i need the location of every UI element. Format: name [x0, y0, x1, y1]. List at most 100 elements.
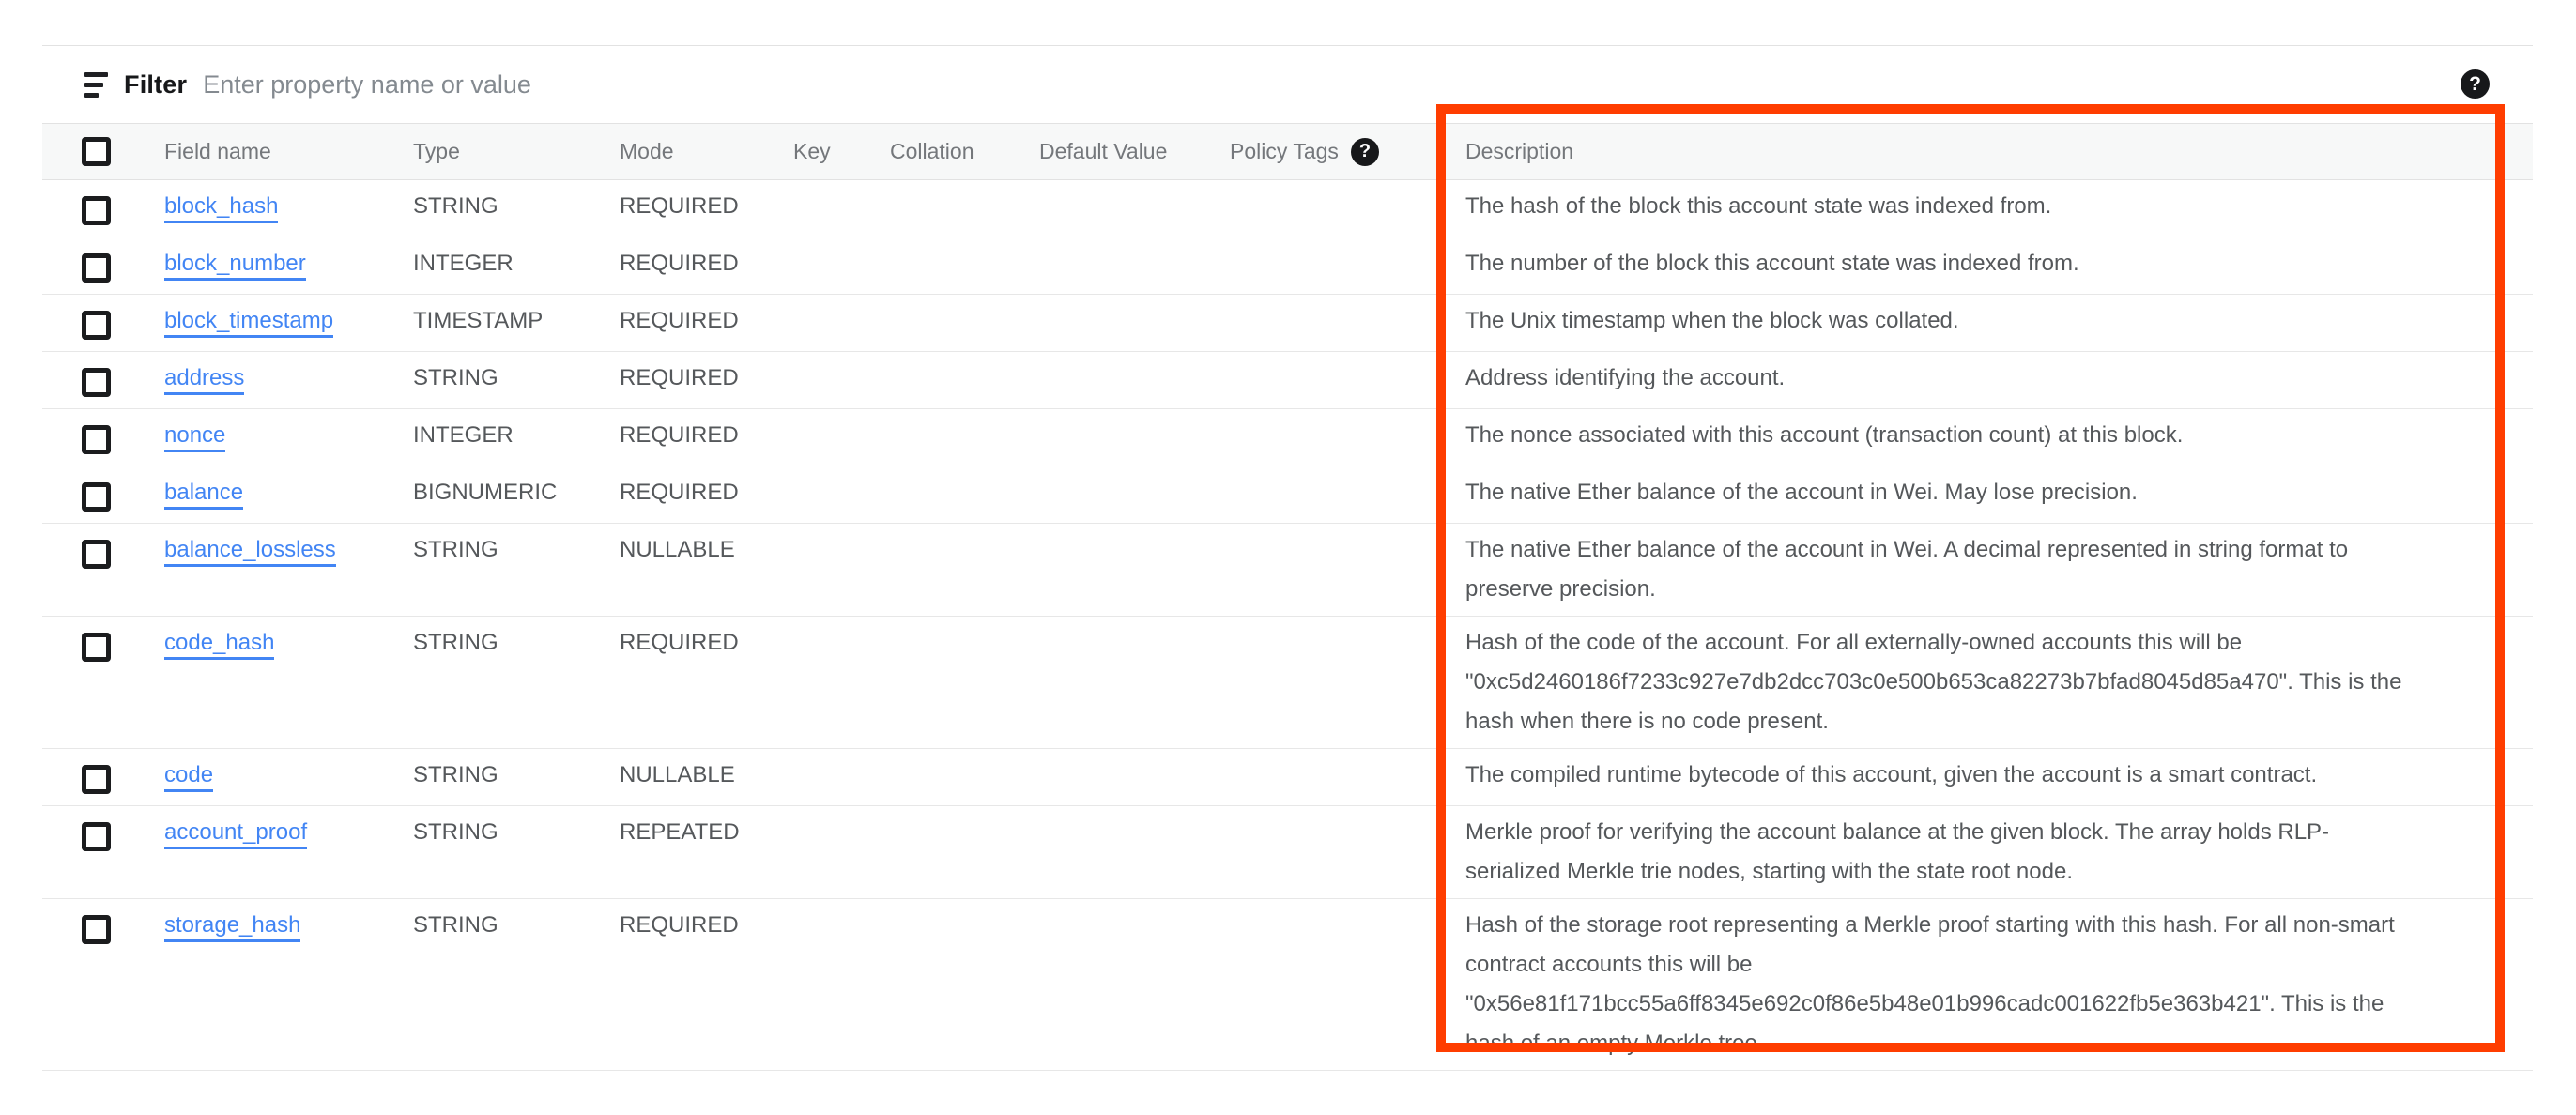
type-cell: STRING	[413, 524, 620, 617]
description-text: Merkle proof for verifying the account b…	[1465, 813, 2414, 892]
description-cell: Hash of the code of the account. For all…	[1465, 617, 2533, 749]
table-row: block_number INTEGER REQUIRED The number…	[42, 237, 2533, 295]
description-text: The Unix timestamp when the block was co…	[1465, 301, 2414, 341]
key-cell	[793, 749, 890, 806]
column-header-label: Field name	[164, 139, 271, 163]
key-cell	[793, 352, 890, 409]
field-name-link[interactable]: code	[164, 762, 213, 792]
default-value-cell	[1039, 524, 1230, 617]
mode-cell: NULLABLE	[620, 749, 793, 806]
field-name-link[interactable]: balance	[164, 480, 243, 510]
row-checkbox[interactable]	[82, 196, 111, 225]
key-cell	[793, 806, 890, 899]
field-name-link[interactable]: block_number	[164, 251, 306, 281]
key-cell	[793, 899, 890, 1071]
field-name-link[interactable]: block_timestamp	[164, 308, 333, 338]
field-name-cell: balance_lossless	[164, 524, 413, 617]
table-row: address STRING REQUIRED Address identify…	[42, 352, 2533, 409]
column-header-select	[42, 124, 164, 180]
description-text: The native Ether balance of the account …	[1465, 530, 2414, 609]
description-cell: Address identifying the account.	[1465, 352, 2533, 409]
row-select-cell	[42, 524, 164, 617]
schema-panel: Filter ? Field name Type Mode Key Collat…	[42, 45, 2533, 1071]
filter-bar: Filter ?	[42, 46, 2533, 123]
collation-cell	[890, 180, 1039, 237]
description-cell: The number of the block this account sta…	[1465, 237, 2533, 295]
mode-cell: NULLABLE	[620, 524, 793, 617]
mode-cell: REQUIRED	[620, 237, 793, 295]
table-header-row: Field name Type Mode Key Collation Defau…	[42, 124, 2533, 180]
column-header-key: Key	[793, 124, 890, 180]
field-name-link[interactable]: storage_hash	[164, 912, 300, 942]
policy-tags-cell	[1230, 749, 1465, 806]
field-name-cell: storage_hash	[164, 899, 413, 1071]
type-cell: STRING	[413, 749, 620, 806]
type-cell: STRING	[413, 352, 620, 409]
row-checkbox[interactable]	[82, 368, 111, 397]
field-name-link[interactable]: account_proof	[164, 819, 307, 849]
help-icon[interactable]: ?	[2461, 69, 2490, 99]
description-cell: The nonce associated with this account (…	[1465, 409, 2533, 466]
select-all-checkbox[interactable]	[82, 137, 111, 166]
field-name-link[interactable]: block_hash	[164, 193, 278, 223]
column-header-label: Policy Tags	[1230, 139, 1339, 164]
column-header-default-value: Default Value	[1039, 124, 1230, 180]
field-name-link[interactable]: code_hash	[164, 630, 274, 660]
mode-cell: REQUIRED	[620, 180, 793, 237]
policy-tags-cell	[1230, 295, 1465, 352]
row-select-cell	[42, 352, 164, 409]
description-cell: Hash of the storage root representing a …	[1465, 899, 2533, 1071]
column-header-label: Description	[1465, 139, 1573, 163]
collation-cell	[890, 295, 1039, 352]
policy-tags-cell	[1230, 237, 1465, 295]
field-name-link[interactable]: nonce	[164, 422, 225, 452]
default-value-cell	[1039, 806, 1230, 899]
policy-tags-cell	[1230, 617, 1465, 749]
default-value-cell	[1039, 617, 1230, 749]
policy-tags-cell	[1230, 409, 1465, 466]
row-select-cell	[42, 899, 164, 1071]
row-checkbox[interactable]	[82, 425, 111, 454]
column-header-label: Type	[413, 139, 460, 163]
field-name-cell: balance	[164, 466, 413, 524]
field-name-cell: block_timestamp	[164, 295, 413, 352]
key-cell	[793, 409, 890, 466]
row-checkbox[interactable]	[82, 482, 111, 512]
filter-input[interactable]	[203, 70, 1048, 99]
description-text: The native Ether balance of the account …	[1465, 473, 2414, 512]
default-value-cell	[1039, 352, 1230, 409]
table-row: storage_hash STRING REQUIRED Hash of the…	[42, 899, 2533, 1071]
type-cell: INTEGER	[413, 237, 620, 295]
field-name-cell: code	[164, 749, 413, 806]
column-header-field-name: Field name	[164, 124, 413, 180]
type-cell: STRING	[413, 180, 620, 237]
description-cell: The compiled runtime bytecode of this ac…	[1465, 749, 2533, 806]
collation-cell	[890, 806, 1039, 899]
table-row: block_timestamp TIMESTAMP REQUIRED The U…	[42, 295, 2533, 352]
field-name-link[interactable]: address	[164, 365, 244, 395]
column-header-type: Type	[413, 124, 620, 180]
row-checkbox[interactable]	[82, 253, 111, 283]
description-text: Hash of the code of the account. For all…	[1465, 623, 2414, 741]
default-value-cell	[1039, 466, 1230, 524]
field-name-link[interactable]: balance_lossless	[164, 537, 336, 567]
default-value-cell	[1039, 237, 1230, 295]
policy-tags-cell	[1230, 180, 1465, 237]
row-checkbox[interactable]	[82, 633, 111, 662]
row-select-cell	[42, 180, 164, 237]
row-checkbox[interactable]	[82, 915, 111, 944]
row-checkbox[interactable]	[82, 540, 111, 569]
default-value-cell	[1039, 409, 1230, 466]
column-header-description: Description	[1465, 124, 2533, 180]
row-checkbox[interactable]	[82, 822, 111, 851]
policy-tags-cell	[1230, 352, 1465, 409]
key-cell	[793, 466, 890, 524]
filter-list-icon	[84, 72, 108, 98]
row-checkbox[interactable]	[82, 765, 111, 794]
policy-tags-help-icon[interactable]: ?	[1351, 138, 1379, 166]
row-checkbox[interactable]	[82, 311, 111, 340]
collation-cell	[890, 899, 1039, 1071]
column-header-collation: Collation	[890, 124, 1039, 180]
field-name-cell: block_hash	[164, 180, 413, 237]
key-cell	[793, 237, 890, 295]
